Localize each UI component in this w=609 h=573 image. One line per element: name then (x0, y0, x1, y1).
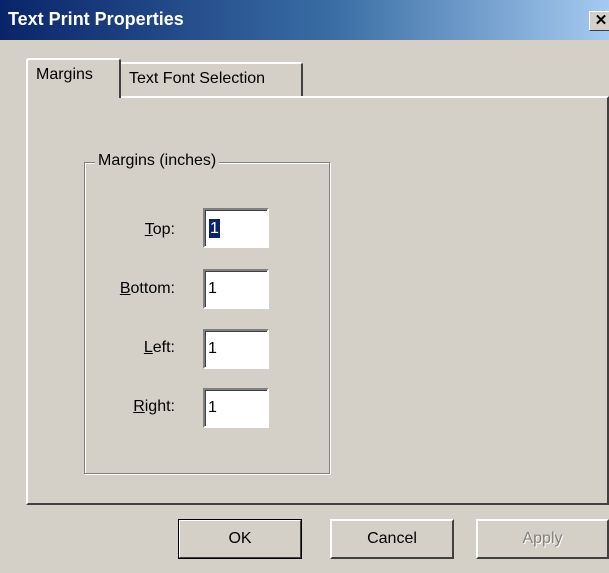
ok-button[interactable]: OK (178, 519, 302, 559)
cancel-button[interactable]: Cancel (330, 519, 454, 559)
top-label-mnemonic: T (144, 221, 153, 238)
right-label: Right: (85, 398, 175, 416)
bottom-label-text: ottom: (130, 280, 175, 297)
bottom-margin-field[interactable] (203, 269, 269, 309)
margins-groupbox-label: Margins (inches) (95, 152, 220, 170)
top-margin-field[interactable]: 1 (203, 208, 269, 248)
close-button[interactable]: ✕ (589, 11, 609, 31)
tab-margins[interactable]: Margins (26, 58, 121, 98)
left-label-mnemonic: L (143, 339, 153, 356)
right-label-mnemonic: R (133, 398, 145, 415)
close-icon: ✕ (594, 12, 608, 29)
top-margin-value: 1 (209, 219, 220, 238)
left-label: Left: (85, 339, 175, 357)
top-label-text: op: (152, 221, 175, 238)
tab-text-font-selection[interactable]: Text Font Selection (119, 62, 303, 96)
left-label-text: eft: (152, 339, 175, 356)
title-bar: Text Print Properties ✕ (0, 0, 609, 40)
tab-margins-label: Margins (36, 66, 93, 83)
window-title: Text Print Properties (8, 9, 184, 29)
right-margin-field[interactable] (203, 388, 269, 428)
margins-groupbox: Margins (inches) Top: 1 Bottom: Left: Ri… (84, 152, 330, 474)
margins-tab-panel: Margins (inches) Top: 1 Bottom: Left: Ri… (26, 96, 609, 505)
bottom-label-mnemonic: B (119, 280, 131, 297)
right-label-text: ight: (144, 398, 175, 415)
left-margin-field[interactable] (203, 329, 269, 369)
top-label: Top: (85, 221, 175, 239)
bottom-label: Bottom: (85, 280, 175, 298)
apply-button[interactable]: Apply (476, 519, 609, 559)
tab-text-font-selection-label: Text Font Selection (129, 70, 266, 87)
